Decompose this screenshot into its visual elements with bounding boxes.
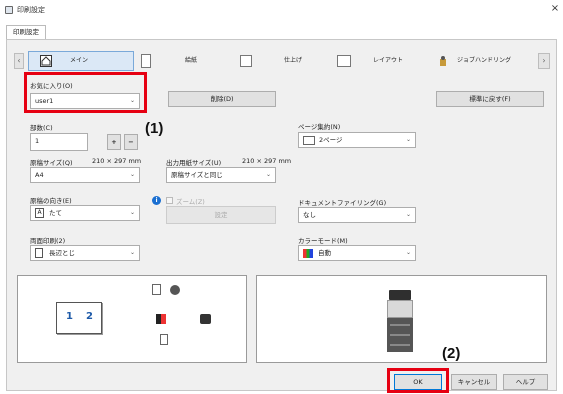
highlight-box-favorites [24,72,147,113]
chevron-down-icon: ⌄ [405,211,411,218]
toolbar-item-paper-source[interactable]: 給紙 [141,52,231,70]
zoom-settings-button[interactable]: 設定 [166,206,276,224]
page-preview-panel [17,275,247,363]
toolbar-label-main: メイン [70,57,89,64]
portrait-icon: A [35,208,44,218]
delete-favorite-button[interactable]: 削除(D) [168,91,276,107]
chevron-down-icon: ⌄ [129,249,135,256]
help-button[interactable]: ヘルプ [503,374,548,390]
color-mode-select[interactable]: 自動 ⌄ [298,245,416,261]
copies-plus-button[interactable]: + [107,134,121,150]
pages-per-sheet-label: ページ集約(N) [298,123,341,131]
two-pages-icon [303,136,315,145]
printer-app-icon [5,6,13,14]
chevron-down-icon: ⌄ [265,171,271,178]
preview-page-left: 1 [66,311,73,322]
color-icon [156,314,166,324]
copies-input[interactable]: 1 [30,133,88,151]
duplex-indicator-icon [160,334,168,345]
zoom-checkbox[interactable] [166,197,173,204]
color-mode-value: 自動 [318,249,331,257]
toolbar-label-finishing: 仕上げ [284,57,303,64]
finishing-icon [240,55,252,67]
tab-print-settings[interactable]: 印刷設定 [6,25,46,39]
output-size-value: 原稿サイズと同じ [171,171,223,179]
toolbar-label-paper-source: 給紙 [185,57,198,64]
output-size-dims: 210 × 297 mm [242,157,292,165]
layout-icon [337,55,351,67]
filing-value: なし [303,211,316,219]
chevron-down-icon: ⌄ [129,209,135,216]
orientation-value: たて [49,209,62,217]
close-button[interactable]: × [549,2,561,16]
stapler-icon [170,285,180,295]
original-size-select[interactable]: A4 ⌄ [30,167,140,183]
filing-label: ドキュメントファイリング(G) [298,199,387,207]
orientation-select[interactable]: A たて ⌄ [30,205,140,221]
info-icon[interactable]: i [152,196,161,205]
orientation-label: 原稿の向き(E) [30,197,72,205]
chevron-down-icon: ⌄ [405,136,411,143]
toolbar-main: メイン [40,52,130,70]
two-up-preview: 1 2 [56,302,102,334]
zoom-label: ズーム(Z) [176,198,205,206]
original-size-label: 原稿サイズ(Q) [30,159,73,167]
toolbar-item-finishing[interactable]: 仕上げ [240,52,330,70]
highlight-box-ok [387,368,449,393]
job-handling-icon [437,55,449,67]
chevron-down-icon: ⌄ [405,249,411,256]
pages-per-sheet-select[interactable]: 2ページ ⌄ [298,132,416,148]
color-auto-icon [303,249,313,258]
duplex-label: 両面印刷(2) [30,237,66,245]
toolbar-item-job-handling[interactable]: ジョブハンドリング [437,52,532,70]
copies-stack-icon [152,284,161,295]
copies-value: 1 [35,137,40,145]
callout-step-2: (2) [442,345,461,362]
toolbar-back-button[interactable]: ‹ [14,53,24,69]
color-mode-label: カラーモード(M) [298,237,348,245]
pages-per-sheet-value: 2ページ [319,136,343,144]
toolbar-label-job-handling: ジョブハンドリング [457,57,512,64]
original-size-dims: 210 × 297 mm [92,157,142,165]
original-size-value: A4 [35,171,44,179]
window-title: 印刷設定 [17,6,45,14]
output-size-select[interactable]: 原稿サイズと同じ ⌄ [166,167,276,183]
cancel-button[interactable]: キャンセル [451,374,497,390]
toolbar-label-layout: レイアウト [373,57,404,64]
toolbar-item-layout[interactable]: レイアウト [337,52,427,70]
output-size-label: 出力用紙サイズ(U) [166,159,222,167]
duplex-value: 長辺とじ [49,249,75,257]
toolbar-more-button[interactable]: › [538,53,550,69]
callout-step-1: (1) [145,120,164,137]
filing-select[interactable]: なし ⌄ [298,207,416,223]
title-bar [0,0,563,20]
hole-punch-icon [200,314,211,324]
copies-label: 部数(C) [30,124,53,132]
duplex-long-edge-icon [35,248,43,258]
home-icon [40,55,52,67]
copies-minus-button[interactable]: − [124,134,138,150]
preview-page-right: 2 [86,311,93,322]
printer-image [387,290,413,352]
chevron-down-icon: ⌄ [129,171,135,178]
paper-tray-icon [141,54,151,68]
reset-defaults-button[interactable]: 標準に戻す(F) [436,91,544,107]
duplex-select[interactable]: 長辺とじ ⌄ [30,245,140,261]
